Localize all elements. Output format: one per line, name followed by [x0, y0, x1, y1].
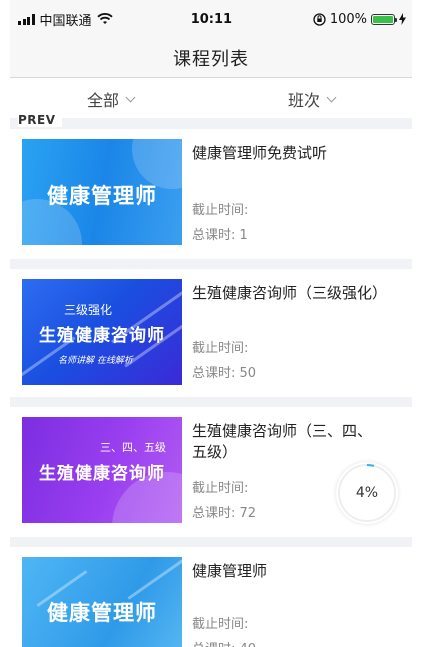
- thumbnail-subtitle: 名师讲解 在线解析: [58, 356, 133, 366]
- card-separator: [10, 397, 412, 407]
- battery-icon: [371, 13, 397, 25]
- signal-icon: [18, 13, 35, 25]
- course-deadline: 截止时间:: [192, 341, 249, 356]
- charging-icon: [399, 13, 406, 25]
- course-card[interactable]: 健康管理师 健康管理师免费试听 截止时间: 总课时: 1: [10, 129, 412, 259]
- filter-class-label: 班次: [287, 91, 320, 110]
- chevron-down-icon: [326, 92, 337, 102]
- prev-label[interactable]: PREV: [18, 113, 62, 127]
- course-hours: 总课时: 50: [192, 366, 257, 381]
- filter-class-dropdown[interactable]: 班次: [211, 78, 412, 120]
- course-title: 生殖健康咨询师（三级强化）: [192, 284, 388, 302]
- thumbnail-title: 生殖健康咨询师: [39, 464, 165, 484]
- course-card[interactable]: 三级强化 生殖健康咨询师 名师讲解 在线解析 生殖健康咨询师（三级强化） 截止时…: [10, 269, 412, 397]
- filter-all-label: 全部: [86, 91, 119, 110]
- carrier-label: 中国联通: [39, 13, 92, 29]
- status-bar: 中国联通 10:11 100%: [10, 0, 412, 38]
- course-thumbnail: 健康管理师: [22, 557, 182, 647]
- course-deadline: 截止时间:: [192, 481, 249, 496]
- thumbnail-badge: 三级强化: [64, 303, 113, 317]
- card-separator: [10, 259, 412, 269]
- card-separator: [10, 537, 412, 547]
- thumbnail-title: 生殖健康咨询师: [39, 326, 165, 346]
- course-card[interactable]: 健康管理师 健康管理师 截止时间: 总课时: 40: [10, 547, 412, 647]
- course-deadline: 截止时间:: [192, 203, 249, 218]
- progress-label: 4%: [355, 485, 379, 501]
- section-divider: [10, 118, 412, 129]
- thumbnail-title: 健康管理师: [47, 184, 157, 208]
- orientation-lock-icon: [313, 12, 326, 26]
- progress-indicator[interactable]: 4%: [336, 462, 398, 524]
- filter-bar: 全部 班次: [10, 78, 412, 120]
- page-title: 课程列表: [173, 48, 249, 70]
- course-title: 生殖健康咨询师（三、四、五级）: [192, 422, 373, 461]
- course-title: 健康管理师: [192, 562, 268, 580]
- course-hours: 总课时: 1: [192, 228, 248, 243]
- status-right: 100%: [313, 12, 412, 27]
- nav-bar: 课程列表: [10, 38, 412, 78]
- wifi-icon: [96, 13, 113, 24]
- course-deadline: 截止时间:: [192, 617, 249, 632]
- status-time: 10:11: [190, 11, 233, 27]
- status-left: 中国联通: [10, 10, 150, 29]
- course-title: 健康管理师免费试听: [192, 144, 328, 162]
- thumbnail-title: 健康管理师: [47, 601, 157, 625]
- course-thumbnail: 三、四、五级 生殖健康咨询师: [22, 417, 182, 523]
- chevron-down-icon: [125, 92, 136, 102]
- course-thumbnail: 健康管理师: [22, 139, 182, 245]
- course-hours: 总课时: 40: [192, 638, 256, 647]
- thumbnail-badge: 三、四、五级: [100, 441, 166, 454]
- battery-percent: 100%: [329, 11, 367, 27]
- course-hours: 总课时: 72: [192, 506, 257, 521]
- course-thumbnail: 三级强化 生殖健康咨询师 名师讲解 在线解析: [22, 279, 182, 385]
